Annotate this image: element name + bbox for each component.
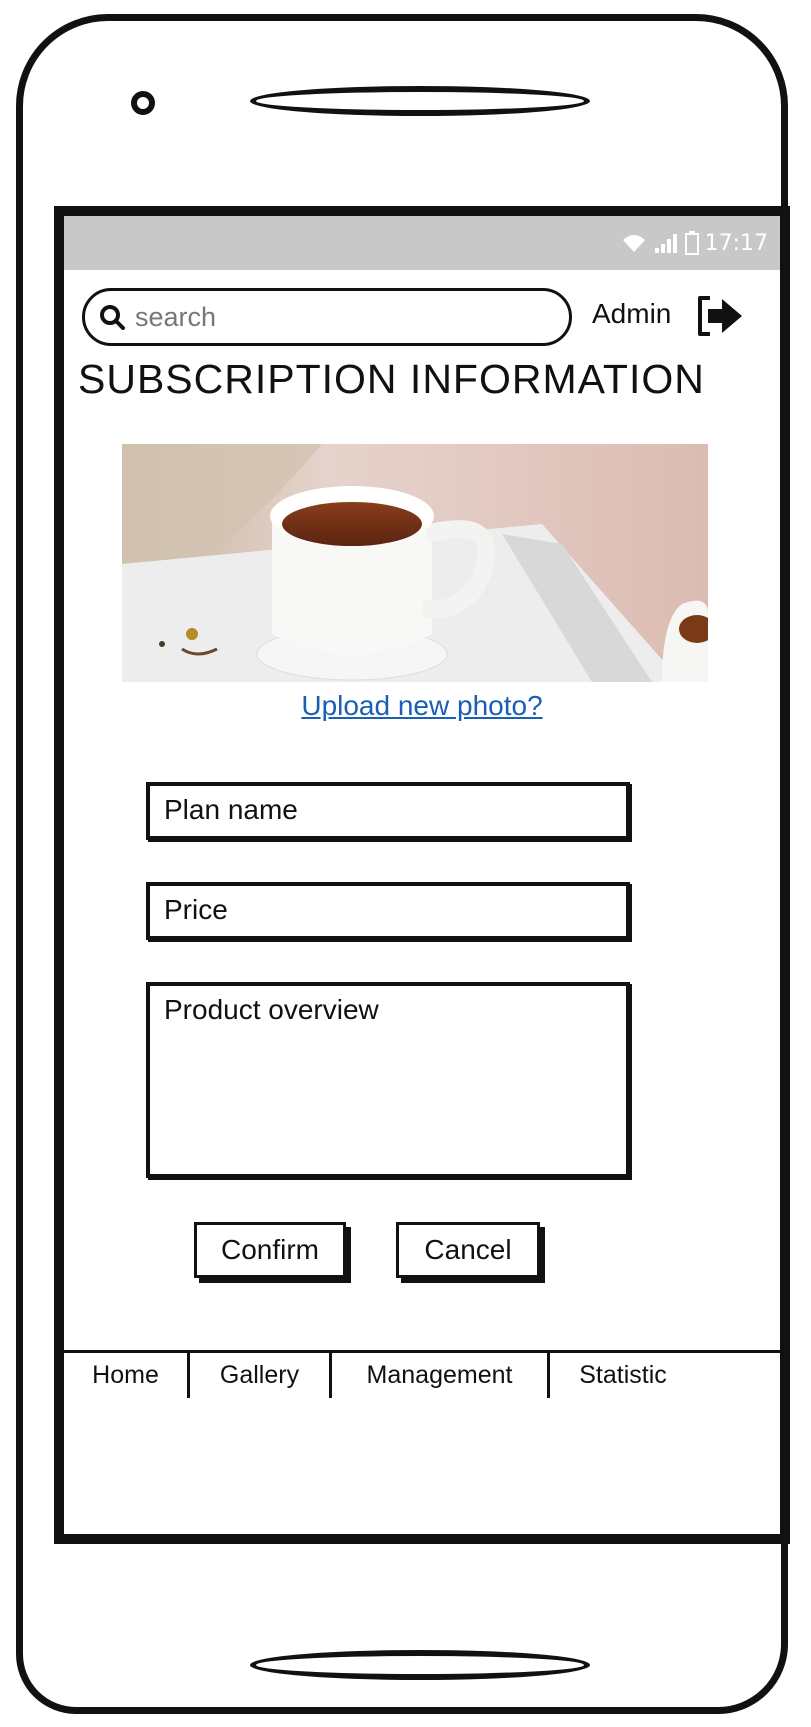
- product-overview-textarea[interactable]: [150, 986, 626, 1162]
- admin-username[interactable]: Admin: [592, 298, 671, 330]
- search-icon: [100, 305, 125, 330]
- plan-name-input[interactable]: [150, 786, 626, 834]
- status-icons: 17:17: [621, 230, 768, 256]
- camera-icon: [131, 91, 155, 115]
- signal-icon: [654, 234, 677, 253]
- logout-arrow-icon[interactable]: [694, 294, 746, 338]
- product-overview-field[interactable]: [146, 982, 630, 1178]
- tab-home[interactable]: Home: [64, 1353, 190, 1398]
- plan-name-field[interactable]: [146, 782, 630, 840]
- search-input[interactable]: [133, 300, 517, 334]
- tab-management[interactable]: Management: [332, 1353, 550, 1398]
- speaker-grille: [250, 86, 590, 116]
- tab-gallery[interactable]: Gallery: [190, 1353, 332, 1398]
- home-hardware-button[interactable]: [250, 1650, 590, 1680]
- search-bar[interactable]: [82, 288, 572, 346]
- wifi-icon: [622, 235, 645, 252]
- product-photo: [122, 444, 708, 682]
- status-time: 17:17: [704, 230, 768, 256]
- price-field[interactable]: [146, 882, 630, 940]
- cancel-button[interactable]: Cancel: [396, 1222, 540, 1278]
- price-input[interactable]: [150, 886, 626, 934]
- page-title: SUBSCRIPTION INFORMATION: [78, 356, 705, 402]
- tab-statistic[interactable]: Statistic: [550, 1353, 696, 1398]
- status-bar: 17:17: [64, 216, 780, 270]
- battery-icon: [684, 231, 699, 255]
- upload-photo-link[interactable]: Upload new photo?: [64, 690, 780, 722]
- tea-cup-image: [122, 444, 708, 682]
- bottom-tab-bar: Home Gallery Management Statistic: [64, 1350, 780, 1398]
- phone-screen: 17:17 Admin SUBSCRIPTION INFORMATION: [54, 206, 790, 1544]
- confirm-button[interactable]: Confirm: [194, 1222, 346, 1278]
